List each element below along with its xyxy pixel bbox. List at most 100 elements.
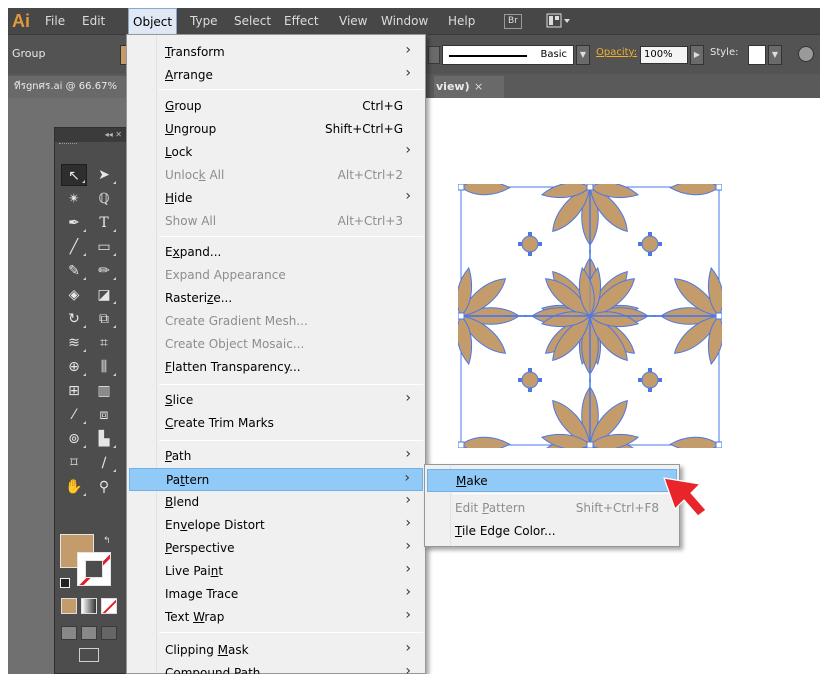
opacity-label[interactable]: Opacity:	[596, 47, 637, 58]
opacity-field[interactable]: 100%	[640, 46, 688, 64]
selection-tool-icon[interactable]: ↖	[61, 164, 87, 186]
pencil-tool-icon[interactable]: ✏	[91, 260, 117, 282]
gradient-tool-icon[interactable]: ▥	[91, 380, 117, 402]
none-mode-icon[interactable]	[101, 598, 117, 614]
menu-item-transform[interactable]: Transform ›	[129, 41, 423, 64]
menu-item-lock[interactable]: Lock ›	[129, 141, 423, 164]
menu-item-perspective[interactable]: Perspective ›	[129, 537, 423, 560]
submenu-chevron-icon: ›	[405, 492, 411, 508]
stroke-weight-dropdown[interactable]	[428, 46, 440, 64]
document-tab-view-mode[interactable]: view)	[434, 76, 504, 98]
submenu-chevron-icon: ›	[405, 65, 411, 81]
menu-window[interactable]: Window	[377, 8, 432, 34]
menu-item-unlock-all[interactable]: Unlock All Alt+Ctrl+2	[129, 164, 423, 187]
menu-item-slice[interactable]: Slice ›	[129, 389, 423, 412]
menu-item-hide[interactable]: Hide ›	[129, 187, 423, 210]
zoom-tool-icon[interactable]: ⚲	[91, 476, 117, 498]
shape-builder-tool-icon[interactable]: ⊕	[61, 356, 87, 378]
pattern-artwork[interactable]	[458, 184, 722, 448]
type-tool-icon[interactable]: T	[91, 212, 117, 234]
menu-item-rasterize[interactable]: Rasterize...	[129, 287, 423, 310]
blend-tool-icon[interactable]: ⧈	[91, 404, 117, 426]
stroke-profile-dropdown[interactable]: Basic	[442, 45, 574, 65]
graphic-style-swatch[interactable]	[748, 45, 766, 65]
graphic-style-arrow[interactable]: ▼	[768, 45, 782, 65]
opacity-arrow[interactable]: ▶	[690, 45, 704, 65]
menu-item-envelope-distort[interactable]: Envelope Distort ›	[129, 514, 423, 537]
column-graph-tool-icon[interactable]: ▙	[91, 428, 117, 450]
document-tab[interactable]: ทีรgnศร.ai @ 66.67%	[8, 76, 134, 98]
menu-item-label: Path	[165, 449, 192, 463]
menu-select[interactable]: Select	[230, 8, 275, 34]
slice-tool-icon[interactable]: ∕	[91, 452, 117, 474]
color-mode-icon[interactable]	[61, 598, 77, 614]
eraser-tool-icon[interactable]: ◪	[91, 284, 117, 306]
draw-inside-icon[interactable]	[101, 626, 117, 640]
menu-item-group[interactable]: Group Ctrl+G	[129, 95, 423, 118]
menu-effect[interactable]: Effect	[280, 8, 323, 34]
menu-item-create-object-mosaic[interactable]: Create Object Mosaic...	[129, 333, 423, 356]
mesh-tool-icon[interactable]: ⊞	[61, 380, 87, 402]
menu-edit[interactable]: Edit	[78, 8, 109, 34]
menu-item-text-wrap[interactable]: Text Wrap ›	[129, 606, 423, 629]
submenu-item-make[interactable]: Make	[427, 469, 677, 492]
menu-item-flatten-transparency[interactable]: Flatten Transparency...	[129, 356, 423, 379]
stroke-profile-arrow[interactable]: ▼	[576, 45, 590, 65]
gradient-mode-icon[interactable]	[81, 598, 97, 614]
menu-item-blend[interactable]: Blend ›	[129, 491, 423, 514]
scale-tool-icon[interactable]: ⧉	[91, 308, 117, 330]
symbol-sprayer-tool-icon[interactable]: ⊚	[61, 428, 87, 450]
menu-item-path[interactable]: Path ›	[129, 445, 423, 468]
submenu-chevron-icon: ›	[405, 663, 411, 674]
menu-item-arrange[interactable]: Arrange ›	[129, 64, 423, 87]
panel-grip[interactable]	[59, 143, 77, 147]
perspective-grid-tool-icon[interactable]: ⫼	[91, 356, 117, 378]
submenu-item-tile-edge-color[interactable]: Tile Edge Color...	[427, 520, 677, 543]
recolor-icon[interactable]	[798, 46, 814, 62]
close-tab-icon[interactable]: ×	[474, 76, 483, 98]
menu-item-create-gradient-mesh[interactable]: Create Gradient Mesh...	[129, 310, 423, 333]
menu-separator	[159, 384, 423, 385]
menu-view[interactable]: View	[335, 8, 371, 34]
direct-selection-tool-icon[interactable]: ➤	[91, 164, 117, 186]
rotate-tool-icon[interactable]: ↻	[61, 308, 87, 330]
free-transform-tool-icon[interactable]: ⌗	[91, 332, 117, 354]
tools-panel-header[interactable]: ◂◂ ✕	[55, 128, 126, 142]
menu-item-pattern[interactable]: Pattern ›	[129, 468, 423, 491]
screen-mode-icon[interactable]	[79, 648, 99, 662]
menu-item-label: Image Trace	[165, 587, 239, 601]
menu-item-ungroup[interactable]: Ungroup Shift+Ctrl+G	[129, 118, 423, 141]
draw-behind-icon[interactable]	[81, 626, 97, 640]
line-tool-icon[interactable]: ╱	[61, 236, 87, 258]
default-colors-icon[interactable]	[60, 578, 70, 588]
blob-brush-tool-icon[interactable]: ◈	[61, 284, 87, 306]
menu-item-clipping-mask[interactable]: Clipping Mask ›	[129, 639, 423, 662]
menu-help[interactable]: Help	[444, 8, 479, 34]
paintbrush-tool-icon[interactable]: ✎	[61, 260, 87, 282]
bridge-button[interactable]: Br	[504, 14, 522, 29]
rectangle-tool-icon[interactable]: ▭	[91, 236, 117, 258]
lasso-tool-icon[interactable]: ℚ	[91, 188, 117, 210]
artboard-tool-icon[interactable]: ⌑	[61, 452, 87, 474]
swap-fill-stroke-icon[interactable]: ↰	[103, 536, 111, 546]
stroke-color-box[interactable]	[77, 552, 111, 586]
menu-item-expand[interactable]: Expand...	[129, 241, 423, 264]
menu-type[interactable]: Type	[186, 8, 222, 34]
workspace-layout-icon[interactable]	[546, 13, 572, 29]
menu-item-image-trace[interactable]: Image Trace ›	[129, 583, 423, 606]
draw-normal-icon[interactable]	[61, 626, 77, 640]
menu-item-create-trim-marks[interactable]: Create Trim Marks	[129, 412, 423, 435]
menu-item-live-paint[interactable]: Live Paint ›	[129, 560, 423, 583]
menu-item-show-all[interactable]: Show All Alt+Ctrl+3	[129, 210, 423, 233]
menu-object[interactable]: Object	[128, 8, 178, 34]
width-tool-icon[interactable]: ≋	[61, 332, 87, 354]
submenu-item-edit-pattern[interactable]: Edit Pattern Shift+Ctrl+F8	[427, 497, 677, 520]
menu-file[interactable]: File	[41, 8, 69, 34]
menu-item-compound-path[interactable]: Compound Path ›	[129, 662, 423, 674]
menu-item-label: Group	[165, 99, 202, 113]
pen-tool-icon[interactable]: ✒	[61, 212, 87, 234]
eyedropper-tool-icon[interactable]: ⁄	[61, 404, 87, 426]
magic-wand-tool-icon[interactable]: ✴	[61, 188, 87, 210]
menu-item-expand-appearance[interactable]: Expand Appearance	[129, 264, 423, 287]
hand-tool-icon[interactable]: ✋	[61, 476, 87, 498]
